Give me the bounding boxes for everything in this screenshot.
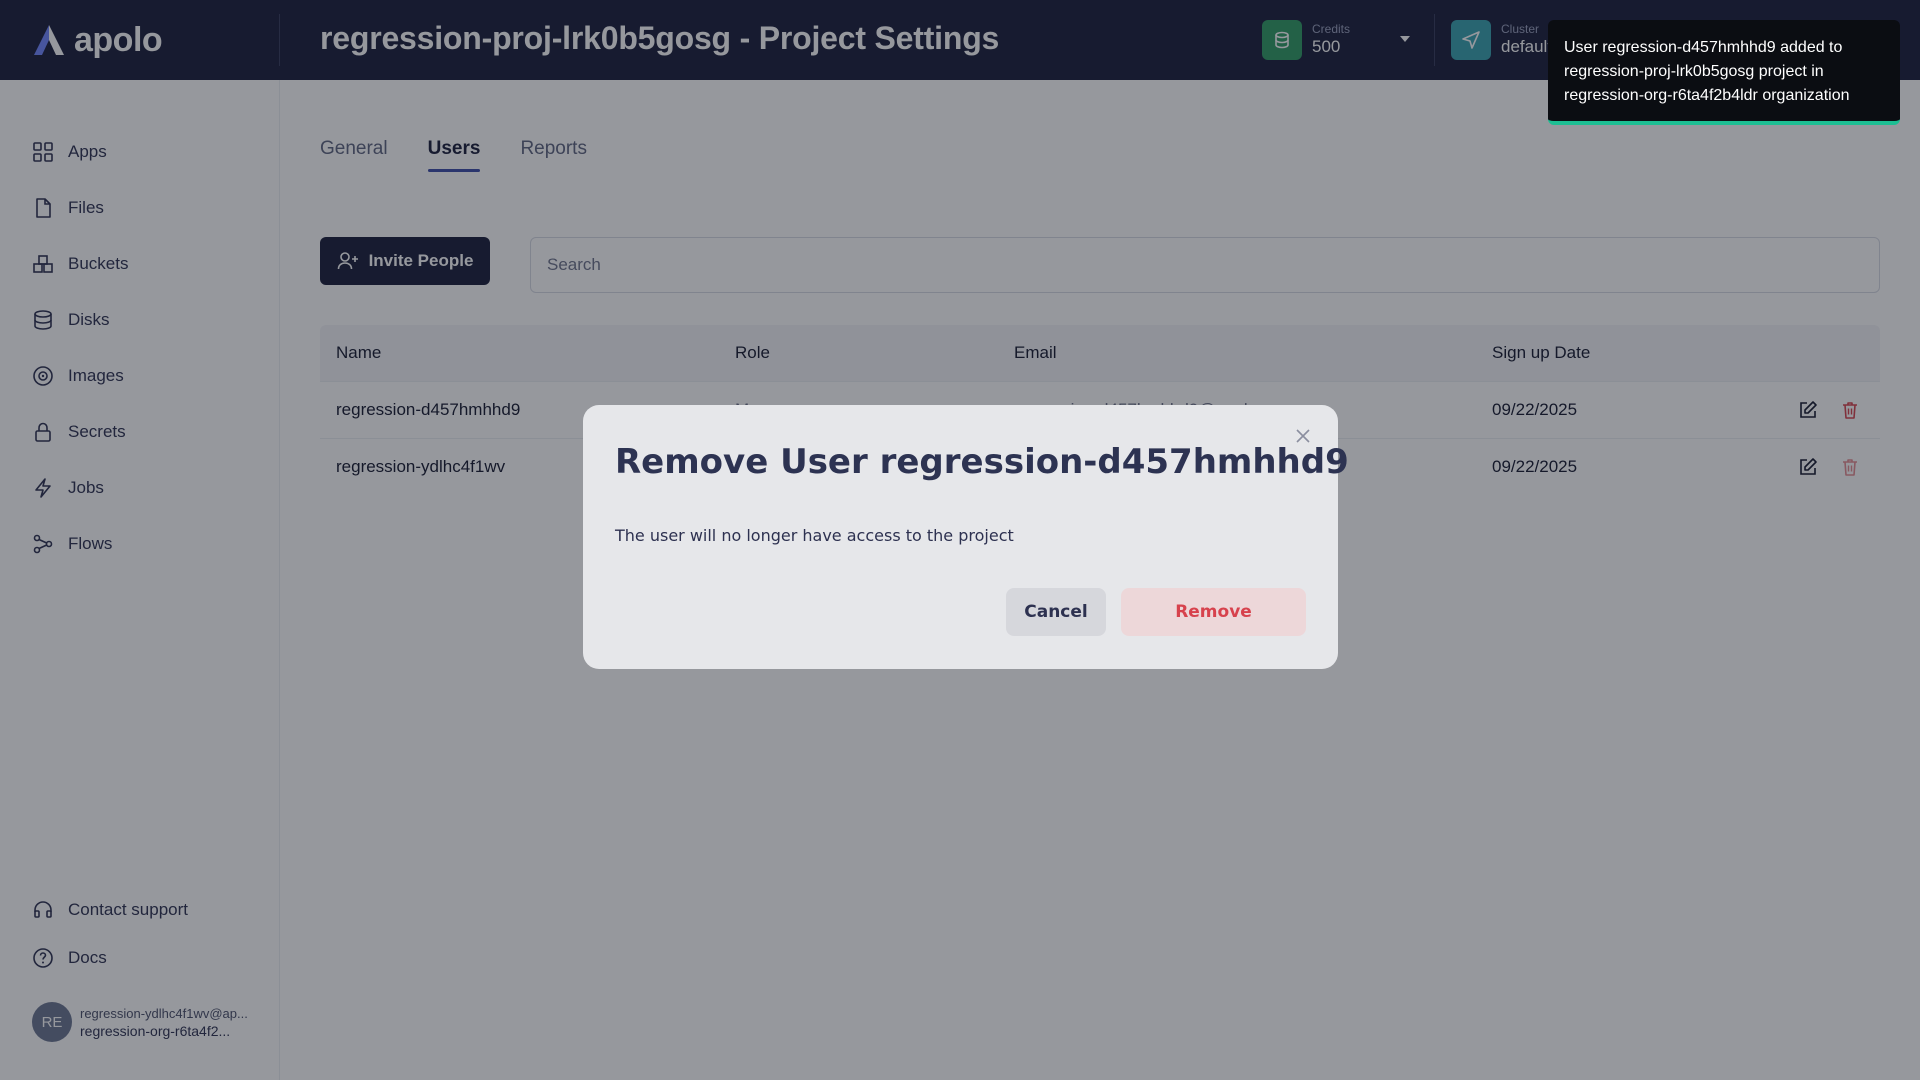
remove-user-dialog: Remove User regression-d457hmhhd9 The us…	[583, 405, 1349, 669]
toast-message: User regression-d457hmhhd9 added to regr…	[1564, 39, 1850, 104]
remove-button[interactable]: Remove	[1121, 588, 1306, 636]
dialog-message: The user will no longer have access to t…	[615, 526, 1014, 545]
success-toast[interactable]: User regression-d457hmhhd9 added to regr…	[1548, 20, 1900, 125]
dialog-title: Remove User regression-d457hmhhd9	[615, 442, 1349, 482]
cancel-button[interactable]: Cancel	[1006, 588, 1106, 636]
